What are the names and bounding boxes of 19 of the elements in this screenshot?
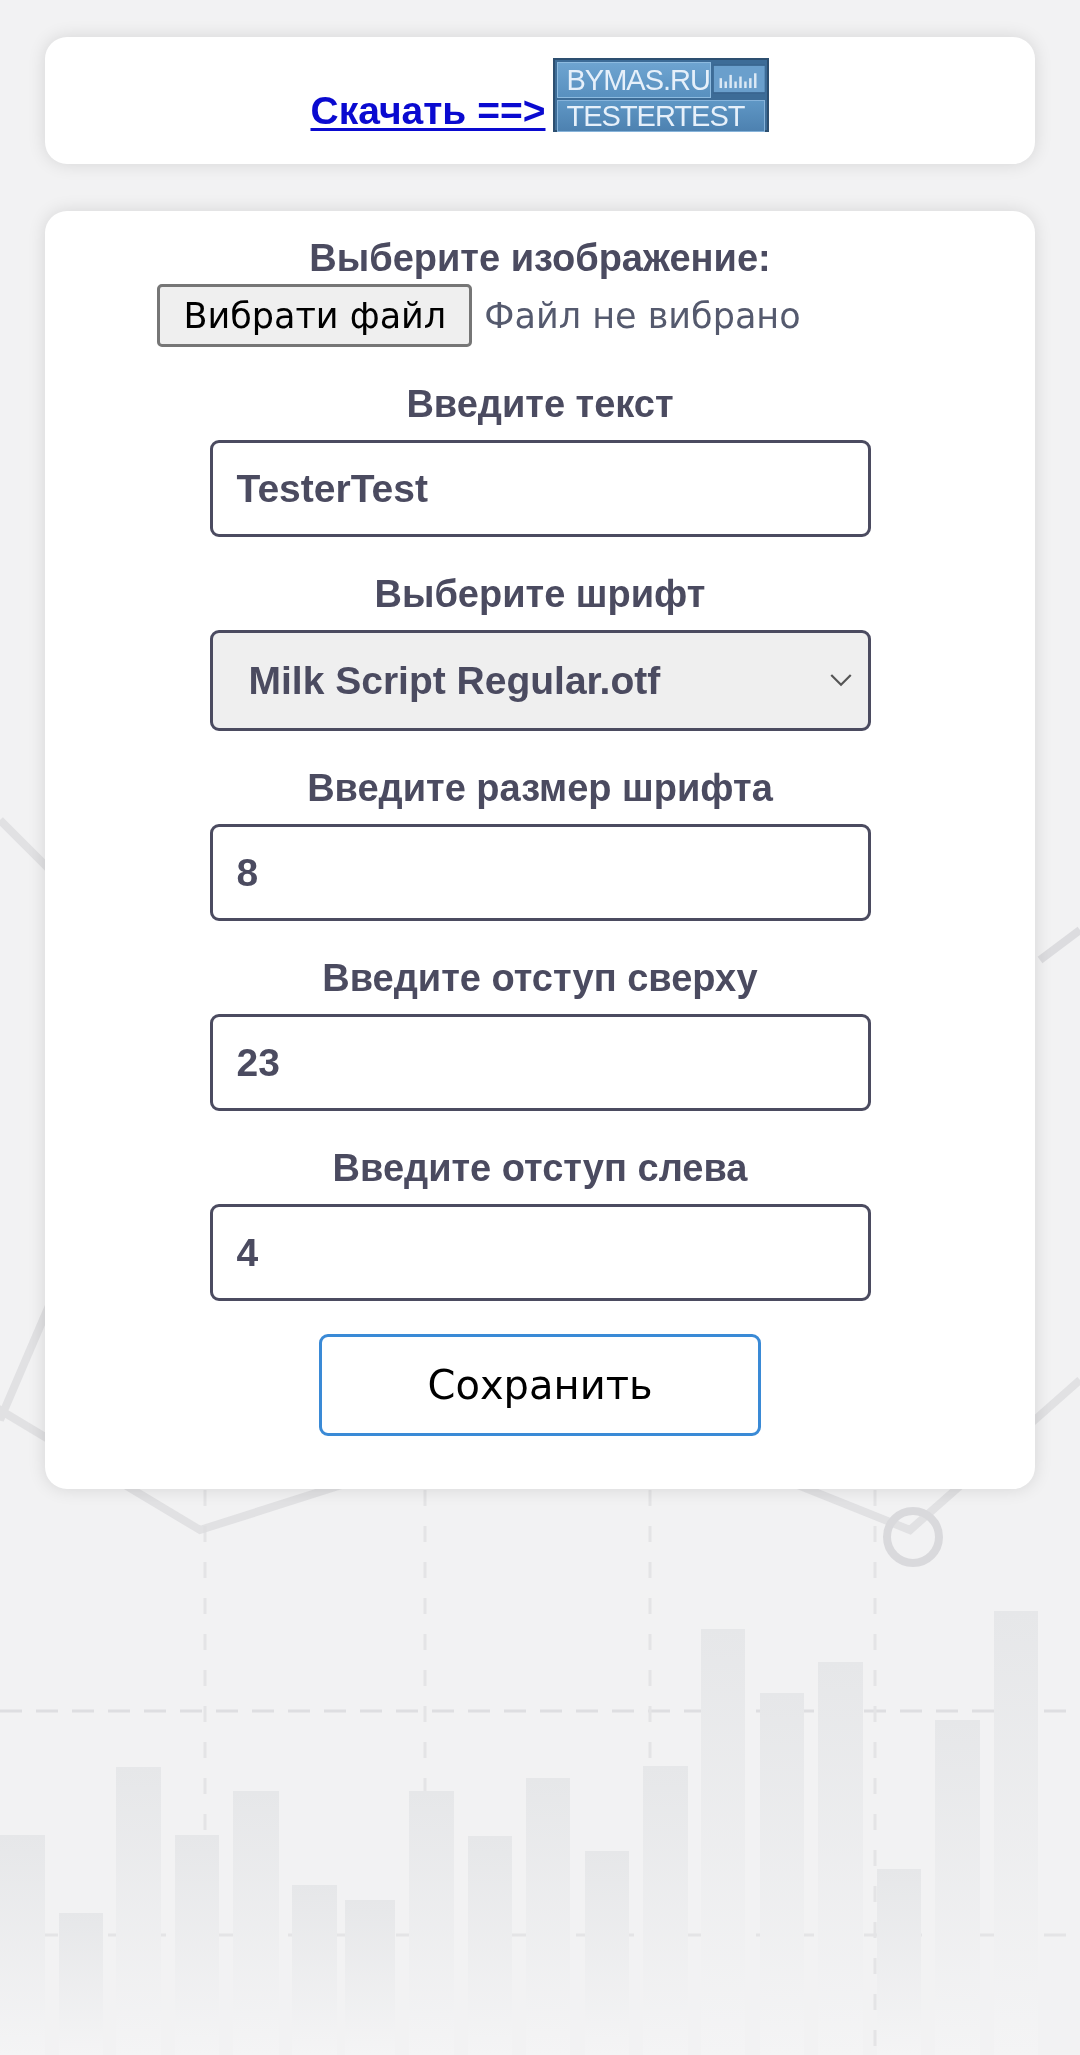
banner-text: BYMAS.RU: [557, 62, 711, 98]
text-input-field[interactable]: TesterTest: [209, 440, 871, 537]
banner-text: TESTERTEST: [557, 100, 766, 132]
field-label: Выберите шрифт: [374, 572, 706, 617]
text-input-field[interactable]: 8: [209, 824, 871, 921]
field-label: Введите отступ слева: [332, 1146, 748, 1191]
field-label: Введите размер шрифта: [307, 766, 773, 811]
font-dropdown[interactable]: Milk Script Regular.otf: [209, 630, 871, 731]
download-link[interactable]: Скачать ==>: [310, 90, 546, 132]
equalizer-bars-icon: [712, 62, 766, 96]
choose-file-button[interactable]: Вибрати файл: [157, 284, 473, 347]
field-label: Введите текст: [406, 382, 674, 427]
file-status-text: Файл не вибрано: [484, 295, 801, 336]
field-label: Выберите изображение:: [309, 236, 771, 281]
chevron-down-icon: [829, 674, 852, 687]
save-button[interactable]: Сохранить: [319, 1334, 761, 1436]
text-input-field[interactable]: 23: [209, 1014, 871, 1111]
text-input-field[interactable]: 4: [209, 1204, 871, 1301]
field-label: Введите отступ сверху: [322, 956, 758, 1001]
